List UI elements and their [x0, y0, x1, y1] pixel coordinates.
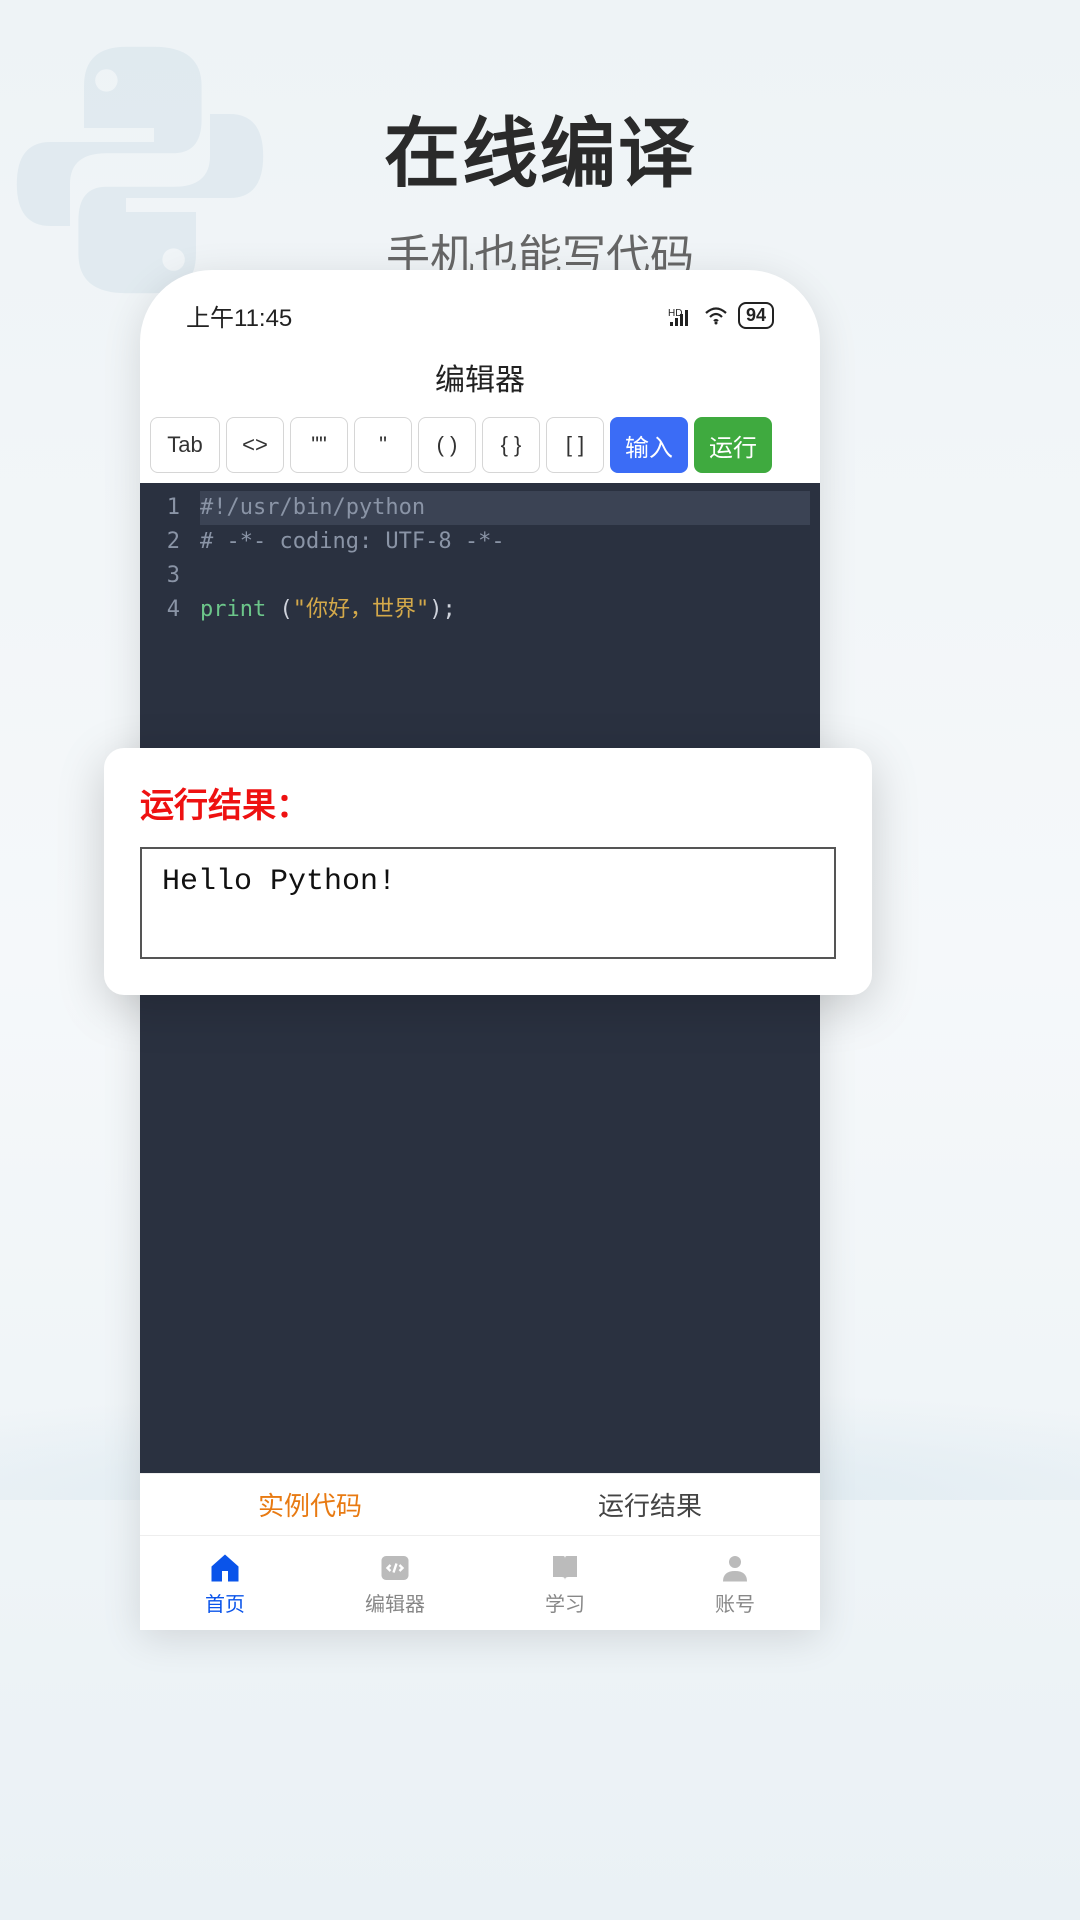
book-icon [547, 1550, 583, 1586]
nav-editor[interactable]: 编辑器 [310, 1536, 480, 1630]
nav-home[interactable]: 首页 [140, 1536, 310, 1630]
user-icon [717, 1550, 753, 1586]
bracket-button[interactable]: [ ] [546, 417, 604, 473]
angle-brackets-button[interactable]: <> [226, 417, 284, 473]
tab-run-result[interactable]: 运行结果 [480, 1474, 820, 1535]
line-number: 2 [150, 525, 180, 559]
code-line-3 [200, 559, 810, 593]
bottom-tabs: 实例代码 运行结果 [140, 1473, 820, 1535]
nav-home-label: 首页 [205, 1588, 245, 1617]
code-line-2: # -*- coding: UTF-8 -*- [200, 525, 810, 559]
status-right: HD 94 [668, 302, 774, 329]
nav-account[interactable]: 账号 [650, 1536, 820, 1630]
nav-account-label: 账号 [715, 1588, 755, 1617]
tab-button[interactable]: Tab [150, 417, 220, 473]
nav-editor-label: 编辑器 [365, 1588, 425, 1617]
battery-level: 94 [738, 302, 774, 329]
nav-learn[interactable]: 学习 [480, 1536, 650, 1630]
status-time: 上午11:45 [186, 298, 292, 333]
python-logo-bg [0, 30, 280, 310]
nav-learn-label: 学习 [545, 1588, 585, 1617]
code-line-4: print ("你好，世界"); [200, 593, 810, 627]
code-line-1: #!/usr/bin/python [200, 491, 810, 525]
app-title: 编辑器 [140, 355, 820, 399]
result-card: 运行结果： Hello Python! [104, 748, 872, 995]
wifi-icon [704, 306, 728, 326]
bottom-nav: 首页 编辑器 学习 账号 [140, 1535, 820, 1630]
result-output: Hello Python! [140, 847, 836, 959]
line-number: 4 [150, 593, 180, 627]
home-icon [207, 1550, 243, 1586]
tab-example-code[interactable]: 实例代码 [140, 1474, 480, 1535]
single-quote-button[interactable]: " [354, 417, 412, 473]
line-number: 1 [150, 491, 180, 525]
run-button[interactable]: 运行 [694, 417, 772, 473]
brace-button[interactable]: { } [482, 417, 540, 473]
line-number: 3 [150, 559, 180, 593]
code-icon [377, 1550, 413, 1586]
editor-toolbar: Tab <> "" " ( ) { } [ ] 输入 运行 [140, 399, 820, 483]
status-bar: 上午11:45 HD 94 [140, 270, 820, 333]
double-quote-button[interactable]: "" [290, 417, 348, 473]
signal-icon: HD [668, 306, 694, 326]
paren-button[interactable]: ( ) [418, 417, 476, 473]
input-button[interactable]: 输入 [610, 417, 688, 473]
result-title: 运行结果： [140, 778, 836, 827]
